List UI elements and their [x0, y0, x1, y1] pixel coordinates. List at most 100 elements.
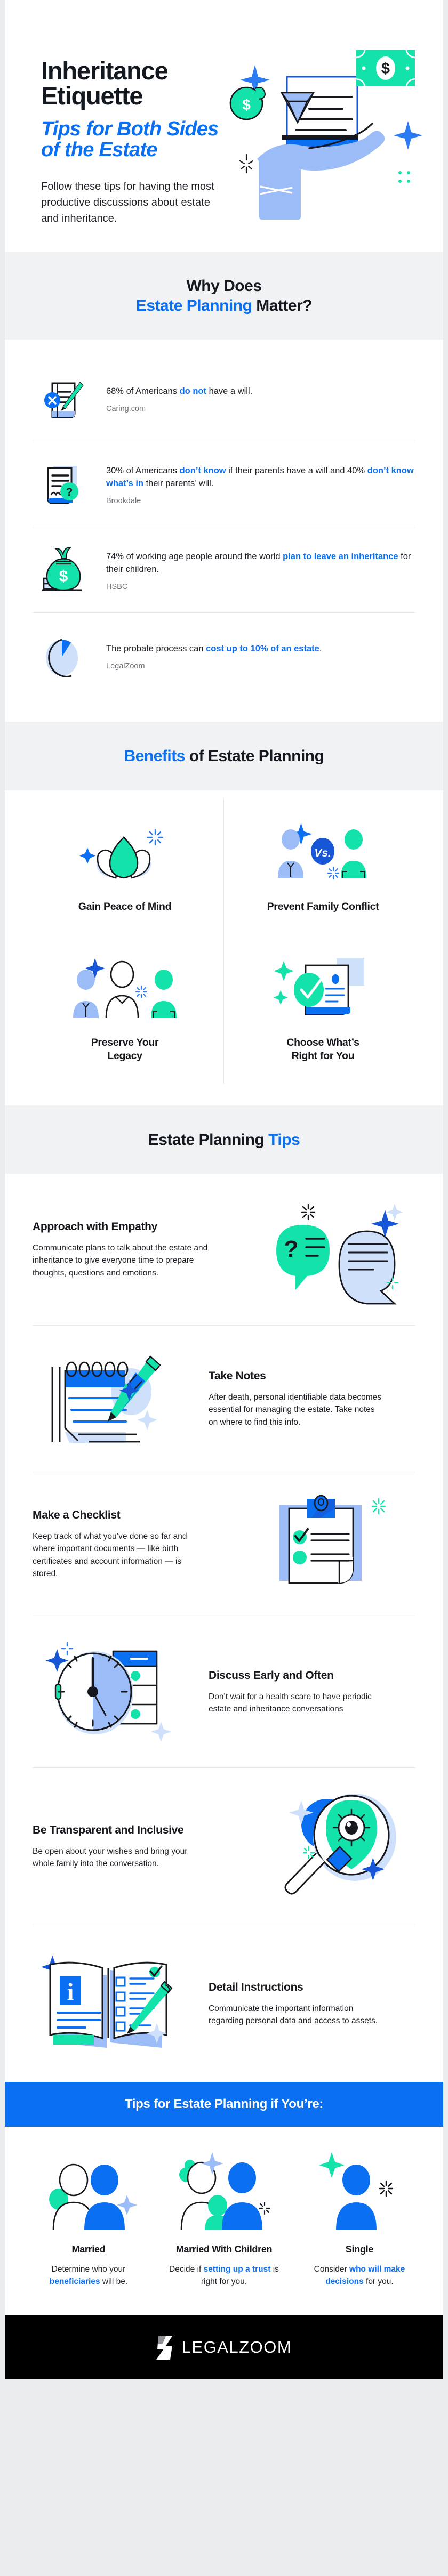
- stat-source: Caring.com: [106, 405, 146, 414]
- benefit-card: Preserve Your Legacy: [26, 934, 224, 1084]
- stat-text-after: have a will.: [206, 386, 253, 397]
- audience-card: Single Consider who will make decisions …: [292, 2150, 427, 2288]
- page-title-line2: Etiquette: [41, 81, 143, 110]
- stat-text: The probate process can cost up to 10% o…: [106, 643, 415, 671]
- tip-item: Detail Instructions Communicate the impo…: [33, 1925, 415, 2082]
- tips-list: Approach with Empathy Communicate plans …: [5, 1174, 443, 2082]
- stat-text-before: The probate process can: [106, 644, 206, 654]
- stat-source: Brookdale: [106, 497, 141, 506]
- couple-icon: [27, 2150, 150, 2231]
- tip-title: Approach with Empathy: [33, 1220, 158, 1233]
- notepad-pencil-icon: [33, 1351, 193, 1447]
- stat-text: 30% of Americans don’t know if their par…: [106, 465, 415, 505]
- hero-section: Inheritance Etiquette Tips for Both Side…: [5, 0, 443, 252]
- pie-chart-icon: [33, 631, 91, 682]
- tip-title: Take Notes: [209, 1369, 266, 1382]
- benefit-label: Choose What’s Right for You: [286, 1036, 359, 1062]
- tip-body: Don’t wait for a health scare to have pe…: [209, 1692, 372, 1714]
- tip-title: Discuss Early and Often: [209, 1669, 334, 1682]
- tip-copy: Take Notes After death, personal identif…: [209, 1370, 415, 1429]
- stat-row: $ 74% of working age people around the w…: [33, 527, 415, 613]
- benefits-section-header: Benefits of Estate Planning: [5, 722, 443, 790]
- infographic-page: Inheritance Etiquette Tips for Both Side…: [0, 0, 448, 2576]
- stat-row: The probate process can cost up to 10% o…: [33, 613, 415, 698]
- three-people-icon: [36, 958, 214, 1022]
- tips-title-highlight: Tips: [268, 1130, 300, 1149]
- why-section-title: Why Does Estate Planning Matter?: [15, 277, 433, 316]
- stat-text: 68% of Americans do not have a will. Car…: [106, 385, 415, 413]
- audience-text-before: Decide if: [169, 2265, 204, 2274]
- tips-section-title: Estate Planning Tips: [15, 1130, 433, 1150]
- why-title-highlight: Estate Planning: [135, 296, 252, 314]
- hand-holding-will-illustration: $ $: [229, 50, 422, 220]
- audience-banner-title: Tips for Estate Planning if You’re:: [124, 2097, 324, 2112]
- stat-text-before: 68% of Americans: [106, 386, 180, 397]
- statistics-list: 68% of Americans do not have a will. Car…: [5, 340, 443, 722]
- audience-text: Consider who will make decisions for you…: [298, 2264, 421, 2288]
- benefit-label: Prevent Family Conflict: [267, 900, 379, 912]
- audience-text-highlight: beneficiaries: [49, 2276, 100, 2286]
- tip-body: After death, personal identifiable data …: [209, 1392, 381, 1427]
- tip-body: Keep track of what you’ve done so far an…: [33, 1531, 187, 1579]
- tips-title-rest: Estate Planning: [148, 1130, 269, 1149]
- audience-text-before: Determine who your: [51, 2265, 126, 2274]
- document-check-icon: [234, 957, 412, 1022]
- footer: LEGALZOOM: [5, 2315, 443, 2380]
- tip-item: Take Notes After death, personal identif…: [33, 1326, 415, 1473]
- why-title-rest: Matter?: [252, 296, 313, 314]
- tip-body: Communicate the important information re…: [209, 2004, 378, 2026]
- benefit-card: Vs. Prevent Family Conflict: [224, 799, 422, 935]
- stat-text-after: .: [319, 644, 322, 654]
- audience-label: Married: [71, 2244, 106, 2255]
- audience-text-highlight: setting up a trust: [203, 2265, 271, 2274]
- stat-text-highlight: plan to leave an inheritance: [283, 552, 398, 562]
- audience-label: Single: [345, 2244, 374, 2255]
- stat-text-highlight: cost up to 10% of an estate: [206, 644, 319, 654]
- stat-statement: 30% of Americans don’t know if their par…: [106, 465, 415, 490]
- stat-text-before: 74% of working age people around the wor…: [106, 552, 283, 562]
- page-subtitle-line1: Tips for Both Sides: [41, 118, 219, 141]
- stat-text-highlight: do not: [179, 386, 206, 397]
- hero-text-block: Inheritance Etiquette Tips for Both Side…: [5, 33, 224, 230]
- audience-text: Decide if setting up a trust is right fo…: [163, 2264, 285, 2288]
- svg-text:$: $: [59, 568, 68, 585]
- single-person-icon: [298, 2150, 421, 2231]
- legalzoom-wordmark: LEGALZOOM: [181, 2338, 292, 2357]
- clock-calendar-icon: [33, 1642, 193, 1743]
- audience-section: Married Determine who your beneficiaries…: [5, 2127, 443, 2316]
- benefits-section-title: Benefits of Estate Planning: [15, 747, 433, 766]
- two-people-versus-icon: Vs.: [234, 822, 412, 886]
- stat-text: 74% of working age people around the wor…: [106, 551, 415, 591]
- why-section-header: Why Does Estate Planning Matter?: [5, 252, 443, 340]
- tip-item: Approach with Empathy Communicate plans …: [33, 1174, 415, 1326]
- benefit-label: Gain Peace of Mind: [78, 900, 172, 912]
- stat-statement: The probate process can cost up to 10% o…: [106, 643, 415, 656]
- benefits-title-rest: of Estate Planning: [185, 747, 324, 765]
- tip-copy: Discuss Early and Often Don’t wait for a…: [209, 1669, 415, 1716]
- benefits-grid: Gain Peace of Mind Vs. Prevent Family Co…: [26, 798, 422, 1084]
- page-title-line1: Inheritance: [41, 56, 169, 85]
- audience-text-after: for you.: [363, 2276, 394, 2286]
- document-question-icon: ?: [33, 459, 91, 511]
- stat-text-after-2: their parents’ will.: [143, 479, 214, 489]
- tip-copy: Be Transparent and Inclusive Be open abo…: [33, 1824, 239, 1870]
- why-title-line1: Why Does: [186, 277, 262, 295]
- svg-text:i: i: [67, 1978, 74, 2005]
- audience-card: Married Determine who your beneficiaries…: [21, 2150, 156, 2288]
- page-subtitle-line2: of the Estate: [41, 139, 157, 161]
- tip-body: Be open about your wishes and bring your…: [33, 1846, 188, 1869]
- audience-text: Determine who your beneficiaries will be…: [27, 2264, 150, 2288]
- svg-text:?: ?: [284, 1236, 299, 1262]
- audience-text-before: Consider: [314, 2265, 350, 2274]
- money-bag-icon: $: [33, 545, 91, 596]
- stat-row: ? 30% of Americans don’t know if their p…: [33, 441, 415, 528]
- benefits-title-highlight: Benefits: [124, 747, 186, 765]
- benefit-card: Gain Peace of Mind: [26, 798, 224, 935]
- audience-banner: Tips for Estate Planning if You’re:: [5, 2082, 443, 2127]
- page-subtitle: Tips for Both Sides of the Estate: [41, 118, 219, 161]
- stat-statement: 68% of Americans do not have a will.: [106, 385, 415, 398]
- tip-item: Be Transparent and Inclusive Be open abo…: [33, 1768, 415, 1926]
- benefits-grid-section: Gain Peace of Mind Vs. Prevent Family Co…: [5, 790, 443, 1105]
- stat-text-highlight: don’t know: [179, 466, 226, 476]
- svg-text:?: ?: [66, 486, 73, 498]
